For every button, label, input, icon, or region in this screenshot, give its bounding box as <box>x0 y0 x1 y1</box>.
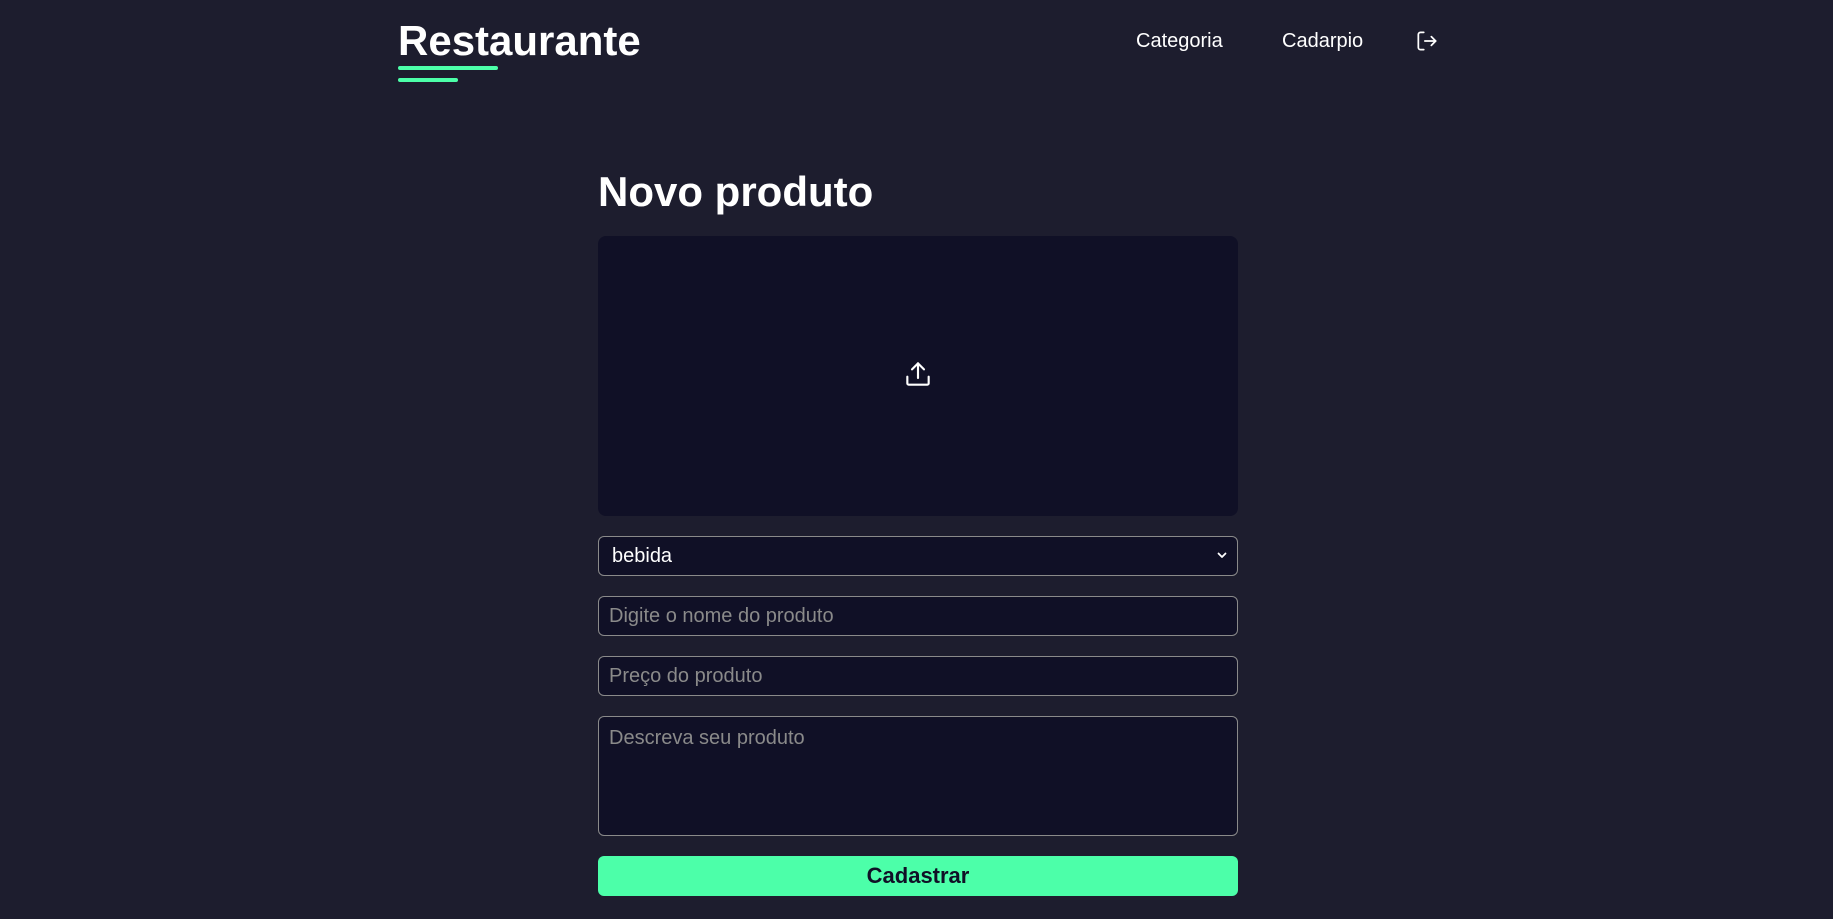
new-product-form: Novo produto bebida Cadastrar <box>598 164 1238 896</box>
page-title: Novo produto <box>598 168 874 215</box>
product-name-input[interactable] <box>598 596 1238 636</box>
category-select[interactable]: bebida <box>598 536 1238 576</box>
nav-link-cardapio[interactable]: Cadarpio <box>1282 30 1363 53</box>
category-select-value: bebida <box>612 544 673 567</box>
nav-link-categoria[interactable]: Categoria <box>1136 30 1223 53</box>
upload-icon <box>902 358 934 395</box>
chevron-down-icon <box>1215 545 1229 568</box>
submit-button[interactable]: Cadastrar <box>598 856 1238 896</box>
logout-icon[interactable] <box>1414 28 1440 54</box>
top-header: Restaurante Categoria Cadarpio <box>0 0 1833 100</box>
logo-underline-short <box>398 78 458 82</box>
logo-underline-long <box>398 66 498 70</box>
product-description-input[interactable] <box>598 716 1238 836</box>
logo-text[interactable]: Restaurante <box>398 15 641 67</box>
product-price-input[interactable] <box>598 656 1238 696</box>
image-upload-area[interactable] <box>598 236 1238 516</box>
